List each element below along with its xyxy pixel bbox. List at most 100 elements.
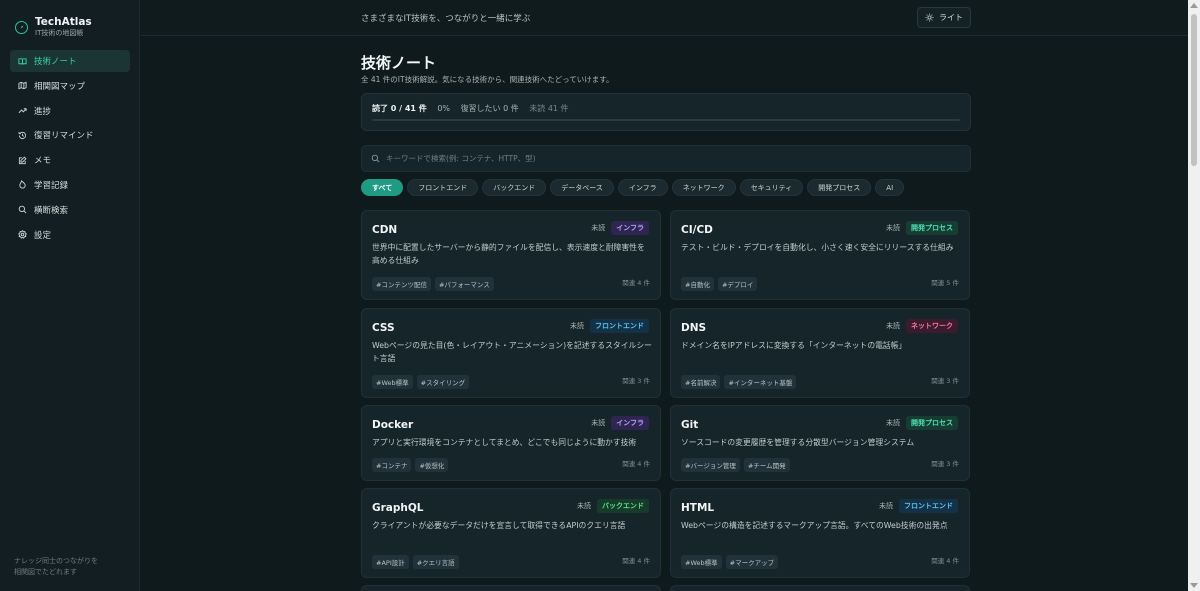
category-badge: ネットワーク bbox=[906, 319, 958, 333]
sidebar-item-review[interactable]: 復習リマインド bbox=[10, 124, 130, 146]
filter-chip-infra[interactable]: インフラ bbox=[617, 179, 668, 196]
sidebar-footer-line: ナレッジ同士のつながりを bbox=[14, 557, 98, 565]
sidebar-item-progress[interactable]: 進捗 bbox=[10, 100, 130, 122]
tech-card-css[interactable]: CSS 未読 フロントエンド Webページの見た目(色・レイアウト・アニメーショ… bbox=[361, 308, 661, 398]
page-title: 技術ノート bbox=[361, 54, 437, 72]
sidebar-item-label: 進捗 bbox=[34, 106, 52, 117]
scroll-down-arrow-icon[interactable] bbox=[1190, 583, 1198, 588]
compass-icon bbox=[15, 20, 28, 34]
tag[interactable]: #Web標準 bbox=[681, 555, 722, 569]
status-badge: 未読 bbox=[591, 419, 606, 427]
sidebar-footer-line: 相関図でたどれます bbox=[14, 568, 77, 577]
sun-icon bbox=[925, 13, 934, 22]
unread-count: 未読 41 件 bbox=[529, 104, 569, 113]
sidebar-item-tech-notes[interactable]: 技術ノート bbox=[10, 50, 130, 72]
sidebar: TechAtlas IT技術の地図帳 技術ノート 相関図マップ 進捗 復習リマイ… bbox=[0, 0, 140, 591]
tag[interactable]: #スタイリング bbox=[416, 375, 470, 389]
scrollbar-thumb[interactable] bbox=[1191, 14, 1197, 166]
category-badge: 開発プロセス bbox=[906, 416, 958, 430]
filter-chip-all[interactable]: すべて bbox=[361, 179, 404, 196]
category-filters: すべて フロントエンド バックエンド データベース インフラ ネットワーク セキ… bbox=[361, 179, 908, 196]
search-input[interactable] bbox=[386, 154, 946, 163]
tag[interactable]: #デプロイ bbox=[717, 277, 758, 291]
status-badge: 未読 bbox=[886, 322, 900, 330]
tag[interactable]: #チーム開発 bbox=[743, 458, 790, 472]
sidebar-item-label: 横断検索 bbox=[34, 205, 69, 216]
related-count: 関連 4 件 bbox=[931, 557, 959, 565]
tag[interactable]: #バージョン管理 bbox=[681, 458, 740, 472]
category-badge: 開発プロセス bbox=[906, 221, 958, 235]
related-count: 関連 4 件 bbox=[622, 557, 650, 565]
tech-card-partial[interactable] bbox=[670, 585, 970, 591]
read-count: 読了 0 / 41 件 bbox=[372, 104, 427, 113]
sidebar-item-label: 設定 bbox=[34, 230, 52, 241]
filter-chip-network[interactable]: ネットワーク bbox=[671, 179, 736, 196]
category-badge: インフラ bbox=[611, 221, 649, 235]
tag[interactable]: #コンテンツ配信 bbox=[372, 277, 431, 291]
progress-bar bbox=[372, 119, 960, 121]
tagline: さまざまなIT技術を、つながりと一緒に学ぶ bbox=[361, 14, 531, 24]
search-box bbox=[361, 145, 971, 172]
page-scrollbar[interactable] bbox=[1188, 0, 1200, 591]
scroll-up-arrow-icon[interactable] bbox=[1190, 3, 1198, 8]
tag[interactable]: #クエリ言語 bbox=[412, 555, 459, 569]
sidebar-item-search[interactable]: 横断検索 bbox=[10, 199, 130, 221]
review-count: 復習したい 0 件 bbox=[460, 104, 519, 113]
tag[interactable]: #インターネット基盤 bbox=[724, 375, 797, 389]
tech-card-cicd[interactable]: CI/CD 未読 開発プロセス テスト・ビルド・デプロイを自動化し、小さく速く安… bbox=[670, 210, 970, 300]
progress-summary: 読了 0 / 41 件 0% 復習したい 0 件 未読 41 件 bbox=[361, 93, 971, 131]
brand[interactable]: TechAtlas IT技術の地図帳 bbox=[0, 0, 139, 42]
sidebar-item-label: 学習記録 bbox=[34, 180, 69, 191]
sidebar-item-study-log[interactable]: 学習記録 bbox=[10, 174, 130, 196]
filter-chip-database[interactable]: データベース bbox=[550, 179, 614, 196]
tag[interactable]: #API設計 bbox=[372, 555, 409, 569]
read-percent: 0% bbox=[437, 104, 451, 113]
tag[interactable]: #Web標準 bbox=[372, 375, 413, 389]
card-title: HTML bbox=[681, 502, 715, 514]
sidebar-item-label: メモ bbox=[34, 156, 52, 167]
filter-chip-security[interactable]: セキュリティ bbox=[739, 179, 804, 196]
brand-name: TechAtlas bbox=[35, 16, 92, 29]
sidebar-item-map[interactable]: 相関図マップ bbox=[10, 75, 130, 97]
status-badge: 未読 bbox=[886, 419, 900, 427]
related-count: 関連 4 件 bbox=[622, 460, 650, 468]
filter-chip-backend[interactable]: バックエンド bbox=[482, 179, 547, 196]
tag[interactable]: #マークアップ bbox=[725, 555, 779, 569]
category-badge: フロントエンド bbox=[899, 499, 958, 513]
tech-card-graphql[interactable]: GraphQL 未読 バックエンド クライアントが必要なデータだけを宣言して取得… bbox=[361, 488, 661, 578]
category-badge: インフラ bbox=[611, 416, 649, 430]
sidebar-item-memo[interactable]: メモ bbox=[10, 149, 130, 171]
tag[interactable]: #名前解決 bbox=[681, 375, 721, 389]
card-description: テスト・ビルド・デプロイを自動化し、小さく速く安全にリリースする仕組み bbox=[681, 243, 954, 252]
status-badge: 未読 bbox=[886, 224, 900, 232]
history-icon bbox=[18, 131, 27, 140]
card-title: DNS bbox=[681, 322, 707, 334]
category-badge: バックエンド bbox=[597, 499, 649, 513]
tech-card-git[interactable]: Git 未読 開発プロセス ソースコードの変更履歴を管理する分散型バージョン管理… bbox=[670, 405, 970, 481]
tech-card-cdn[interactable]: CDN 未読 インフラ 世界中に配置したサーバーから静的ファイルを配信し、表示速… bbox=[361, 210, 661, 300]
top-bar: さまざまなIT技術を、つながりと一緒に学ぶ ライト bbox=[141, 0, 1188, 36]
filter-chip-devprocess[interactable]: 開発プロセス bbox=[807, 179, 872, 196]
tech-card-partial[interactable] bbox=[361, 585, 661, 591]
sidebar-item-settings[interactable]: 設定 bbox=[10, 224, 130, 246]
card-title: GraphQL bbox=[372, 502, 424, 514]
filter-chip-ai[interactable]: AI bbox=[875, 179, 905, 196]
sidebar-item-label: 技術ノート bbox=[34, 57, 77, 67]
tag[interactable]: #仮想化 bbox=[415, 458, 449, 472]
tech-card-dns[interactable]: DNS 未読 ネットワーク ドメイン名をIPアドレスに変換する「インターネットの… bbox=[670, 308, 970, 398]
tag[interactable]: #自動化 bbox=[681, 277, 714, 291]
status-badge: 未読 bbox=[591, 224, 606, 232]
filter-chip-frontend[interactable]: フロントエンド bbox=[407, 179, 479, 196]
gear-icon bbox=[18, 230, 27, 239]
tech-card-html[interactable]: HTML 未読 フロントエンド Webページの構造を記述するマークアップ言語。す… bbox=[670, 488, 970, 578]
theme-toggle-button[interactable]: ライト bbox=[917, 7, 971, 28]
map-icon bbox=[18, 81, 27, 90]
related-count: 関連 5 件 bbox=[931, 279, 959, 287]
search-icon bbox=[371, 154, 380, 163]
tech-card-docker[interactable]: Docker 未読 インフラ アプリと実行環境をコンテナとしてまとめ、どこでも同… bbox=[361, 405, 661, 481]
card-title: CI/CD bbox=[681, 224, 713, 236]
card-title: Docker bbox=[372, 419, 414, 431]
sidebar-item-label: 相関図マップ bbox=[34, 81, 86, 92]
tag[interactable]: #コンテナ bbox=[372, 458, 412, 472]
tag[interactable]: #パフォーマンス bbox=[434, 277, 494, 291]
